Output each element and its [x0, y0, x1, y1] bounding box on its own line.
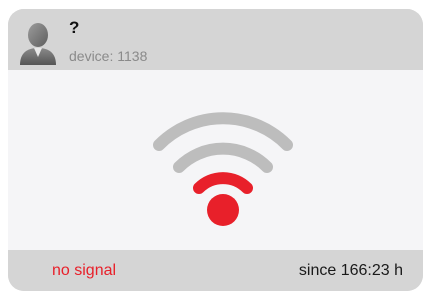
wifi-outer-arc — [153, 112, 293, 151]
device-name: ? — [69, 18, 80, 37]
device-card-header: ? device: 1138 — [8, 9, 423, 70]
wifi-inner-arc — [193, 172, 253, 194]
device-card[interactable]: ? device: 1138 no signal since 166:23 h — [8, 9, 423, 291]
signal-area — [8, 70, 423, 250]
device-id-label: device: 1138 — [69, 48, 148, 64]
since-duration: since 166:23 h — [298, 262, 403, 279]
signal-status: no signal — [52, 262, 117, 279]
user-avatar-icon — [20, 23, 56, 65]
wifi-signal-icon — [153, 112, 293, 226]
device-card-footer: no signal since 166:23 h — [8, 250, 423, 291]
wifi-middle-arc — [173, 142, 273, 173]
wifi-dot — [207, 194, 239, 226]
